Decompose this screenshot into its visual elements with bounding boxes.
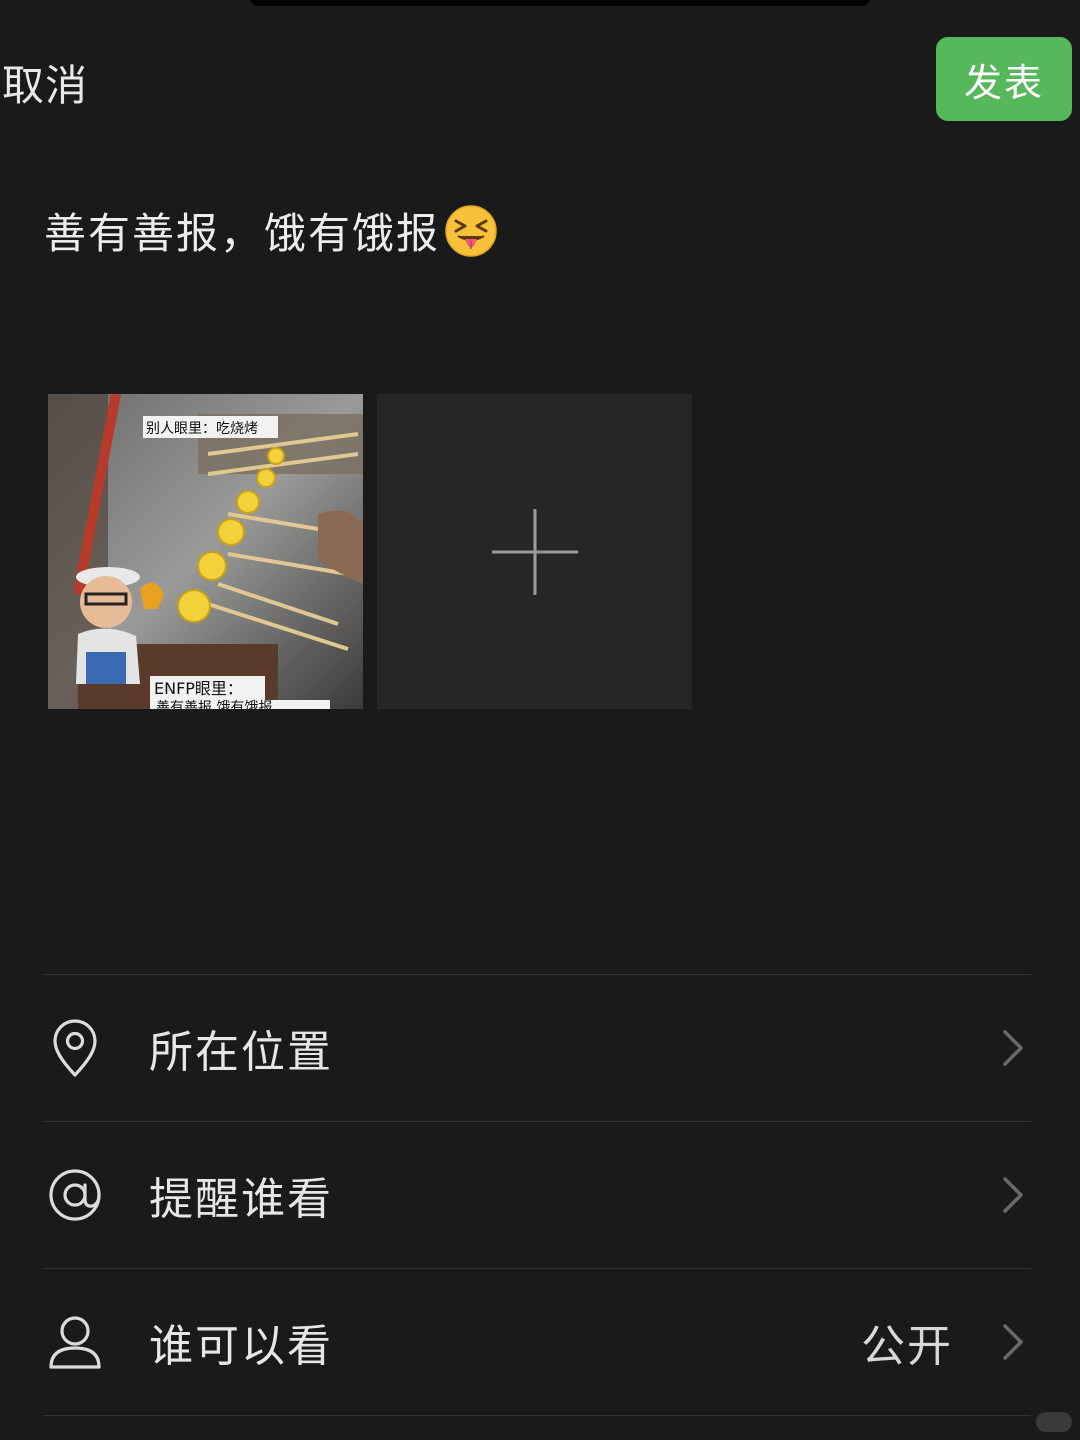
squinting-face-with-tongue-icon: [445, 204, 497, 257]
post-text-area[interactable]: 善有善报，饿有饿报: [44, 200, 498, 261]
chevron-right-icon: [1003, 1324, 1023, 1360]
photo-caption-top: 别人眼里：吃烧烤: [146, 421, 258, 437]
person-icon: [49, 1316, 101, 1369]
watermark-badge: [1036, 1412, 1072, 1432]
add-photo-button[interactable]: [377, 394, 692, 709]
option-visibility[interactable]: 谁可以看 公开: [43, 1269, 1031, 1415]
publish-button[interactable]: 发表: [936, 37, 1072, 121]
option-visibility-value: 公开: [861, 1321, 953, 1372]
attached-photo[interactable]: 别人眼里：吃烧烤 ENFP眼里： 善有善报 饿有饿报: [48, 394, 363, 709]
chevron-right-icon: [1003, 1030, 1023, 1066]
photo-caption-bottom-cut: 善有善报 饿有饿报: [156, 700, 272, 709]
photo-caption-bottom: ENFP眼里：: [154, 679, 243, 698]
compose-moment-screen: 取消 发表 善有善报，饿有饿报 别人眼里：吃烧烤 ENFP眼里： 善有善报 饿有…: [0, 0, 1080, 1440]
location-pin-icon: [53, 1019, 97, 1077]
photo-content: 别人眼里：吃烧烤 ENFP眼里： 善有善报 饿有饿报: [48, 394, 363, 709]
plus-icon: [491, 508, 578, 595]
option-location-label: 所在位置: [149, 1027, 333, 1078]
at-sign-icon: [49, 1169, 101, 1221]
option-location[interactable]: 所在位置: [43, 975, 1031, 1121]
post-text: 善有善报，饿有饿报: [44, 209, 441, 258]
divider: [43, 1415, 1031, 1416]
option-mention-label: 提醒谁看: [149, 1174, 333, 1225]
option-visibility-label: 谁可以看: [149, 1321, 333, 1372]
chevron-right-icon: [1003, 1177, 1023, 1213]
option-mention[interactable]: 提醒谁看: [43, 1122, 1031, 1268]
device-notch: [250, 0, 870, 6]
cancel-button[interactable]: 取消: [2, 52, 88, 113]
